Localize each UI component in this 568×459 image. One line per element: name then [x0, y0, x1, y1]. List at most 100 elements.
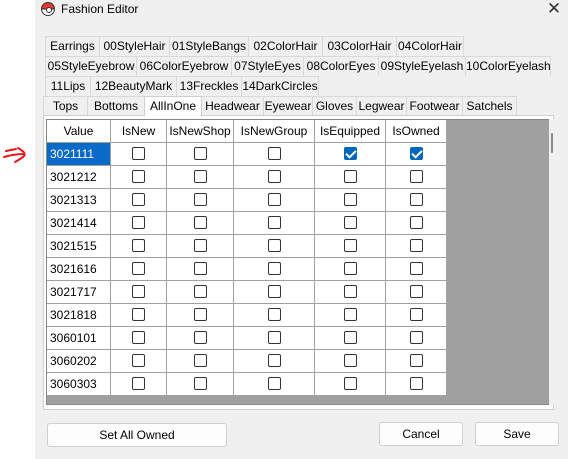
- checkbox[interactable]: [410, 285, 423, 298]
- checkbox[interactable]: [344, 216, 357, 229]
- checkbox[interactable]: [410, 239, 423, 252]
- checkbox[interactable]: [410, 308, 423, 321]
- column-header-isnew[interactable]: IsNew: [111, 120, 167, 143]
- tab-earrings[interactable]: Earrings: [45, 36, 100, 56]
- checkbox[interactable]: [132, 377, 145, 390]
- tab-07styleeyes[interactable]: 07StyleEyes: [231, 56, 304, 76]
- checkbox[interactable]: [410, 170, 423, 183]
- checkbox[interactable]: [344, 239, 357, 252]
- checkbox[interactable]: [132, 354, 145, 367]
- checkbox[interactable]: [344, 377, 357, 390]
- checkbox[interactable]: [410, 354, 423, 367]
- checkbox[interactable]: [194, 147, 207, 160]
- tab-01stylebangs[interactable]: 01StyleBangs: [169, 36, 249, 56]
- checkbox[interactable]: [268, 147, 281, 160]
- checkbox[interactable]: [132, 147, 145, 160]
- column-header-isnewgroup[interactable]: IsNewGroup: [234, 120, 315, 143]
- tab-eyewear[interactable]: Eyewear: [263, 96, 313, 116]
- tab-06coloreyebrow[interactable]: 06ColorEyebrow: [136, 56, 232, 76]
- checkbox[interactable]: [194, 377, 207, 390]
- tab-14darkcircles[interactable]: 14DarkCircles: [241, 76, 319, 96]
- checkbox[interactable]: [194, 262, 207, 275]
- checkbox[interactable]: [344, 193, 357, 206]
- tab-04colorhair[interactable]: 04ColorHair: [396, 36, 464, 56]
- tab-12beautymark[interactable]: 12BeautyMark: [90, 76, 177, 96]
- checkbox[interactable]: [194, 354, 207, 367]
- value-cell[interactable]: 3021515: [47, 235, 111, 258]
- checkbox[interactable]: [344, 354, 357, 367]
- tab-08coloreyes[interactable]: 08ColorEyes: [303, 56, 379, 76]
- tab-13freckles[interactable]: 13Freckles: [176, 76, 242, 96]
- tab-bottoms[interactable]: Bottoms: [87, 96, 145, 116]
- checkbox[interactable]: [410, 147, 423, 160]
- checkbox[interactable]: [268, 308, 281, 321]
- checkbox[interactable]: [132, 308, 145, 321]
- column-header-isnewshop[interactable]: IsNewShop: [167, 120, 234, 143]
- checkbox[interactable]: [194, 170, 207, 183]
- checkbox[interactable]: [268, 262, 281, 275]
- cancel-button[interactable]: Cancel: [379, 422, 463, 446]
- checkbox[interactable]: [194, 308, 207, 321]
- tab-tops[interactable]: Tops: [43, 96, 88, 116]
- checkbox[interactable]: [194, 239, 207, 252]
- checkbox[interactable]: [132, 285, 145, 298]
- value-cell[interactable]: 3021717: [47, 281, 111, 304]
- tab-gloves[interactable]: Gloves: [312, 96, 357, 116]
- save-button[interactable]: Save: [475, 422, 559, 446]
- checkbox[interactable]: [132, 193, 145, 206]
- checkbox[interactable]: [344, 170, 357, 183]
- checkbox[interactable]: [268, 354, 281, 367]
- checkbox[interactable]: [194, 331, 207, 344]
- checkbox[interactable]: [194, 216, 207, 229]
- checkbox[interactable]: [268, 170, 281, 183]
- column-header-isowned[interactable]: IsOwned: [386, 120, 447, 143]
- checkbox[interactable]: [132, 262, 145, 275]
- checkbox[interactable]: [268, 216, 281, 229]
- value-cell[interactable]: 3021616: [47, 258, 111, 281]
- checkbox[interactable]: [194, 285, 207, 298]
- checkbox[interactable]: [268, 331, 281, 344]
- tab-satchels[interactable]: Satchels: [462, 96, 517, 116]
- column-header-value[interactable]: Value: [47, 120, 111, 143]
- tab-headwear[interactable]: Headwear: [201, 96, 264, 116]
- checkbox[interactable]: [344, 308, 357, 321]
- value-cell[interactable]: 3021414: [47, 212, 111, 235]
- column-header-isequipped[interactable]: IsEquipped: [315, 120, 386, 143]
- checkbox[interactable]: [268, 285, 281, 298]
- scrollbar-thumb[interactable]: [551, 133, 553, 153]
- checkbox[interactable]: [344, 331, 357, 344]
- checkbox[interactable]: [268, 193, 281, 206]
- tab-05styleeyebrow[interactable]: 05StyleEyebrow: [45, 56, 137, 76]
- checkbox[interactable]: [344, 262, 357, 275]
- checkbox[interactable]: [344, 147, 357, 160]
- value-cell[interactable]: 3021818: [47, 304, 111, 327]
- checkbox[interactable]: [132, 239, 145, 252]
- tab-09styleeyelash[interactable]: 09StyleEyelash: [378, 56, 466, 76]
- tab-03colorhair[interactable]: 03ColorHair: [322, 36, 397, 56]
- checkbox[interactable]: [268, 377, 281, 390]
- checkbox[interactable]: [410, 331, 423, 344]
- checkbox[interactable]: [194, 193, 207, 206]
- value-cell[interactable]: 3021111: [47, 143, 111, 166]
- checkbox[interactable]: [268, 239, 281, 252]
- tab-02colorhair[interactable]: 02ColorHair: [248, 36, 323, 56]
- value-cell[interactable]: 3021313: [47, 189, 111, 212]
- items-grid[interactable]: Value IsNew IsNewShop IsNewGroup IsEquipped I…: [46, 119, 550, 405]
- set-all-owned-button[interactable]: Set All Owned: [47, 423, 227, 447]
- tab-legwear[interactable]: Legwear: [356, 96, 407, 116]
- tab-allinone[interactable]: AllInOne: [144, 96, 202, 116]
- tab-00stylehair[interactable]: 00StyleHair: [99, 36, 170, 56]
- checkbox[interactable]: [132, 331, 145, 344]
- checkbox[interactable]: [410, 193, 423, 206]
- vertical-scrollbar[interactable]: [549, 119, 555, 405]
- checkbox[interactable]: [410, 216, 423, 229]
- checkbox[interactable]: [132, 216, 145, 229]
- value-cell[interactable]: 3060303: [47, 373, 111, 396]
- value-cell[interactable]: 3060101: [47, 327, 111, 350]
- close-button[interactable]: ✕: [542, 0, 566, 20]
- tab-11lips[interactable]: 11Lips: [45, 76, 91, 96]
- checkbox[interactable]: [410, 262, 423, 275]
- checkbox[interactable]: [410, 377, 423, 390]
- value-cell[interactable]: 3060202: [47, 350, 111, 373]
- value-cell[interactable]: 3021212: [47, 166, 111, 189]
